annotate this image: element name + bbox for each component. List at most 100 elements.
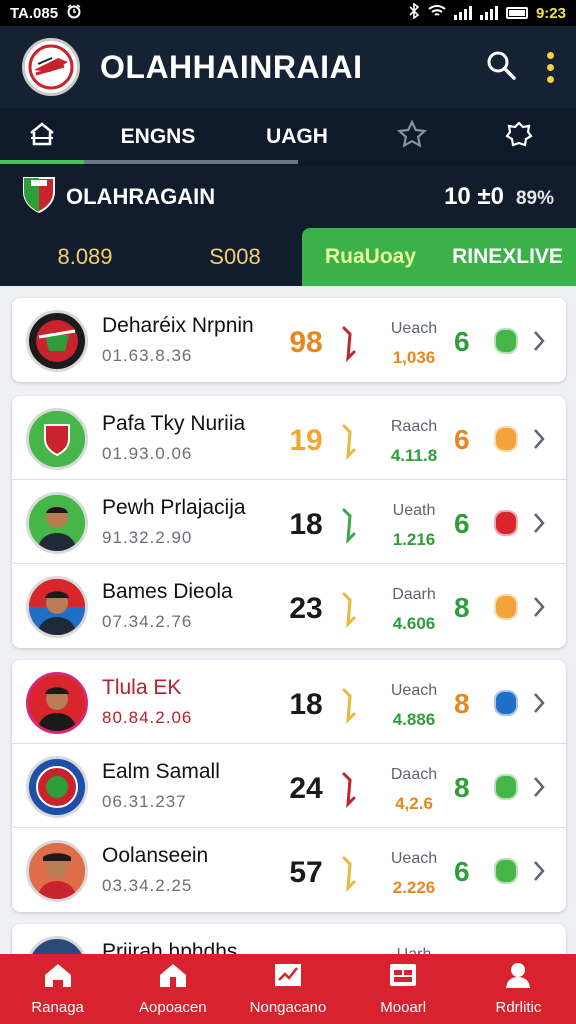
player-date: 01.63.8.36 <box>102 346 193 365</box>
stat-value: 2.226 <box>392 878 436 897</box>
signal-2-icon <box>479 6 498 20</box>
tab-indicator <box>0 160 84 164</box>
home-tab-icon <box>28 121 56 153</box>
filter-value-2[interactable]: S008 <box>160 228 310 286</box>
player-row[interactable]: Pewh Prlajacija 91.32.2.90 18 Ueath 1.216 6 <box>12 480 566 564</box>
league-name: OLAHRAGAIN <box>66 184 216 209</box>
player-photo-avatar <box>26 576 88 638</box>
stat-value: 4,2.6 <box>395 794 433 813</box>
stat-label: Ueach <box>390 320 438 337</box>
player-photo-avatar <box>26 672 88 734</box>
status-dot-icon <box>494 594 518 620</box>
player-date: 80.84.2.06 <box>102 708 193 727</box>
player-score: 23 <box>289 592 323 625</box>
player-score: 19 <box>289 424 323 457</box>
player-row[interactable]: Bames Dieola 07.34.2.76 23 Daarh 4.606 8 <box>12 564 566 648</box>
team-crest-avatar <box>26 756 88 818</box>
tab-uagh-label: UAGH <box>266 125 328 148</box>
trend-arrow-icon <box>342 326 356 362</box>
league-header[interactable]: OLAHRAGAIN 10 ±0 89% <box>0 166 576 228</box>
tab-home[interactable] <box>0 108 84 166</box>
player-name: Pewh Prlajacija <box>102 496 246 519</box>
nav-label: Ranaga <box>31 999 84 1016</box>
star-icon <box>396 119 428 154</box>
league-score: 10 ±0 <box>444 183 504 210</box>
nav-item-aopoacen[interactable]: Aopoacen <box>115 954 230 1024</box>
more-menu-icon[interactable] <box>547 51 554 83</box>
badge-icon <box>505 120 533 154</box>
player-name: Ealm Samall <box>102 760 220 783</box>
status-dot-icon <box>494 510 518 536</box>
tab-engns-label: ENGNS <box>120 125 196 148</box>
trend-arrow-icon <box>342 424 356 460</box>
player-date: 01.93.0.06 <box>102 444 193 463</box>
chevron-right-icon[interactable] <box>532 330 546 352</box>
chart-icon <box>273 962 303 993</box>
battery-icon <box>505 7 528 19</box>
tab-engns[interactable]: ENGNS <box>4 108 298 166</box>
chevron-right-icon[interactable] <box>532 692 546 714</box>
player-score: 98 <box>289 326 323 359</box>
player-card-group-3: Tlula EK 80.84.2.06 18 Ueach 4.886 8 Ealm Sam… <box>12 660 566 912</box>
segment-live-button[interactable]: RINEXLIVE <box>439 245 576 269</box>
player-rank: 8 <box>454 688 470 719</box>
league-percent: 89% <box>515 188 554 209</box>
app-logo-icon[interactable] <box>22 38 80 96</box>
player-card-group-2: Pafa Tky Nuriia 01.93.0.06 19 Raach 4.11.8 6 … <box>12 396 566 648</box>
stat-label: Ueach <box>390 850 438 867</box>
nav-item-mooarl[interactable]: Mooarl <box>346 954 461 1024</box>
filter-bar: 8.089 S008 RuaUoay RINEXLIVE <box>0 228 576 286</box>
nav-label: Nongacano <box>249 999 327 1016</box>
bluetooth-icon <box>408 2 420 23</box>
player-row[interactable]: Oolanseein 03.34.2.25 57 Ueach 2.226 6 <box>12 828 566 912</box>
stat-value: 1.216 <box>392 530 436 549</box>
status-dot-icon <box>494 858 518 884</box>
player-row[interactable]: Deharéix Nrpnin 01.63.8.36 98 Ueach 1,036 6 <box>12 298 566 382</box>
player-score: 18 <box>289 688 323 721</box>
trend-arrow-icon <box>342 592 356 628</box>
stat-label: Ueach <box>390 682 438 699</box>
player-row[interactable]: Ealm Samall 06.31.237 24 Daach 4,2.6 8 <box>12 744 566 828</box>
status-dot-icon <box>494 774 518 800</box>
player-score: 24 <box>289 772 323 805</box>
player-rank: 8 <box>454 772 470 803</box>
alarm-icon <box>66 3 82 23</box>
player-rank: 6 <box>454 856 470 887</box>
player-rank: 6 <box>454 508 470 539</box>
tab-favorites[interactable] <box>362 108 462 166</box>
player-date: 91.32.2.90 <box>102 528 193 547</box>
nav-item-nongacano[interactable]: Nongacano <box>230 954 345 1024</box>
nav-item-rdrlitic[interactable]: Rdrlitic <box>461 954 576 1024</box>
chevron-right-icon[interactable] <box>532 776 546 798</box>
status-dot-icon <box>494 690 518 716</box>
trend-arrow-icon <box>342 856 356 892</box>
search-icon[interactable] <box>485 49 517 86</box>
player-row[interactable]: Pafa Tky Nuriia 01.93.0.06 19 Raach 4.11.8 6 <box>12 396 566 480</box>
trend-arrow-icon <box>342 688 356 724</box>
segment-active-button[interactable]: RuaUoay <box>302 245 439 269</box>
chevron-right-icon[interactable] <box>532 512 546 534</box>
chevron-right-icon[interactable] <box>532 596 546 618</box>
tab-badge[interactable] <box>462 108 576 166</box>
home-icon <box>43 962 73 993</box>
status-dot-icon <box>494 328 518 354</box>
chevron-right-icon[interactable] <box>532 428 546 450</box>
player-rank: 8 <box>454 592 470 623</box>
stat-value: 4.11.8 <box>390 446 438 465</box>
calendar-icon <box>388 962 418 993</box>
trend-arrow-icon <box>342 772 356 808</box>
filter-value-1[interactable]: 8.089 <box>10 228 160 286</box>
stat-label: Raach <box>390 418 438 435</box>
trend-arrow-icon <box>342 508 356 544</box>
nav-label: Mooarl <box>380 999 427 1016</box>
chevron-right-icon[interactable] <box>532 860 546 882</box>
signal-icon <box>453 6 472 20</box>
player-rank: 6 <box>454 326 470 357</box>
status-bar: TA.085 9:23 <box>0 0 576 26</box>
player-card-group-1: Deharéix Nrpnin 01.63.8.36 98 Ueach 1,036 6 <box>12 298 566 382</box>
player-row[interactable]: Tlula EK 80.84.2.06 18 Ueach 4.886 8 <box>12 660 566 744</box>
tab-uagh[interactable]: UAGH <box>232 108 362 166</box>
nav-item-ranaga[interactable]: Ranaga <box>0 954 115 1024</box>
segmented-control: RuaUoay RINEXLIVE <box>302 228 576 286</box>
team-crest-avatar <box>26 310 88 372</box>
